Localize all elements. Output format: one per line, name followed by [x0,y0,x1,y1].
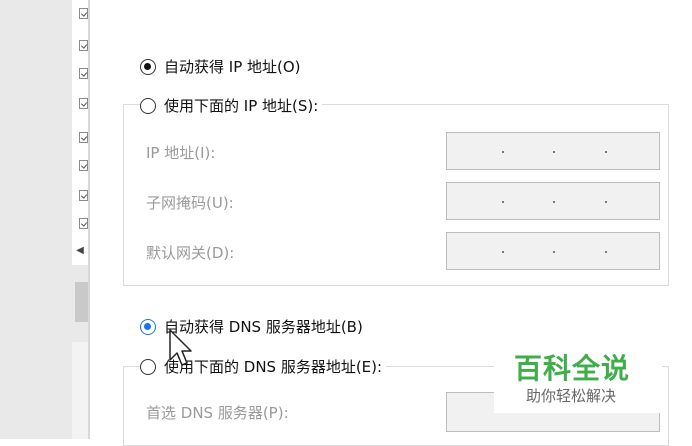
background-checkbox [79,98,88,109]
auto-ip-option[interactable]: 自动获得 IP 地址(O) [140,56,301,77]
auto-ip-radio[interactable] [140,58,156,75]
background-checkbox [79,218,88,229]
default-gateway-input [446,232,660,270]
ip-address-input [446,132,660,170]
background-checkbox [79,160,88,171]
watermark-subtitle: 助你轻松解决 [526,387,617,405]
ip-address-label: IP 地址(I): [146,144,216,162]
background-checkbox [79,190,88,201]
background-checkbox [79,68,88,79]
manual-ip-label: 使用下面的 IP 地址(S): [164,97,319,115]
manual-ip-radio[interactable] [140,97,156,114]
mouse-cursor-icon [169,329,192,366]
scroll-left-arrow-icon[interactable]: ◀ [74,244,86,258]
auto-ip-label: 自动获得 IP 地址(O) [164,58,301,76]
manual-dns-radio[interactable] [140,358,156,375]
watermark-title: 百科全说 [514,352,631,385]
background-scrollbar[interactable] [75,282,88,322]
preferred-dns-label: 首选 DNS 服务器(P): [146,404,289,422]
watermark-logo: 百科全说 助你轻松解决 [494,343,662,413]
subnet-mask-input [446,182,660,220]
background-checkbox [79,132,88,143]
default-gateway-label: 默认网关(D): [146,244,235,262]
background-checkbox [79,8,88,19]
subnet-mask-label: 子网掩码(U): [146,194,234,212]
manual-ip-option[interactable]: 使用下面的 IP 地址(S): [140,95,323,116]
auto-dns-radio[interactable] [140,318,156,335]
manual-dns-label: 使用下面的 DNS 服务器地址(E): [164,358,383,376]
background-bottom-strip [72,342,88,439]
background-checkbox [79,40,88,51]
